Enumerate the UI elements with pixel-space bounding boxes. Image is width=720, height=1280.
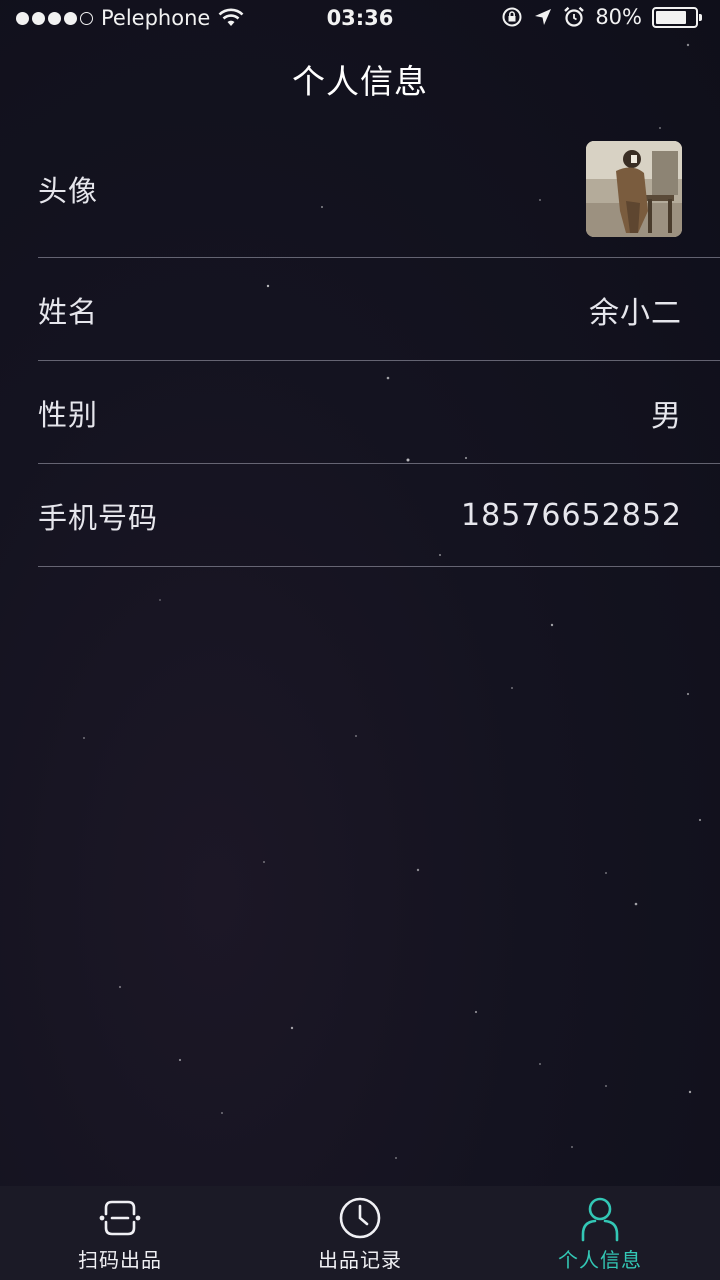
status-indicators: 80% [501, 5, 702, 29]
battery-percent: 80% [595, 5, 642, 29]
tab-bar: 扫码出品 出品记录 个人信息 [0, 1186, 720, 1280]
avatar-photo [586, 141, 682, 237]
tab-personal-info[interactable]: 个人信息 [480, 1186, 720, 1280]
tab-label: 个人信息 [558, 1248, 642, 1272]
scan-icon [99, 1200, 141, 1236]
rotation-lock-icon [502, 7, 522, 27]
tab-label: 扫码出品 [78, 1248, 162, 1272]
phone-label: 手机号码 [38, 500, 159, 535]
battery-level-fill [656, 10, 687, 24]
name-label: 姓名 [38, 294, 99, 329]
phone-value: 18576652852 [461, 498, 682, 533]
page-title: 个人信息 [292, 62, 428, 101]
tab-output-records[interactable]: 出品记录 [240, 1186, 480, 1280]
avatar-row[interactable]: 头像 [0, 120, 720, 258]
phone-row[interactable]: 手机号码 18576652852 [0, 464, 720, 567]
tab-label: 出品记录 [318, 1248, 402, 1272]
avatar-label: 头像 [38, 174, 99, 208]
name-value: 余小二 [589, 295, 682, 331]
clock-icon [339, 1197, 381, 1239]
person-icon [581, 1197, 619, 1242]
gender-label: 性别 [38, 397, 99, 432]
alarm-icon [564, 6, 585, 27]
gender-value: 男 [651, 398, 682, 434]
status-bar: Pelephone 03:36 80% [0, 0, 720, 38]
tab-scan-output[interactable]: 扫码出品 [0, 1186, 240, 1280]
location-arrow-icon [535, 9, 552, 25]
gender-row[interactable]: 性别 男 [0, 361, 720, 464]
avatar[interactable] [586, 141, 682, 237]
profile-info-list: 头像 姓名 余小二 性别 男 手机号码 18576652852 [0, 120, 720, 567]
battery-icon [652, 6, 702, 28]
name-row[interactable]: 姓名 余小二 [0, 258, 720, 361]
